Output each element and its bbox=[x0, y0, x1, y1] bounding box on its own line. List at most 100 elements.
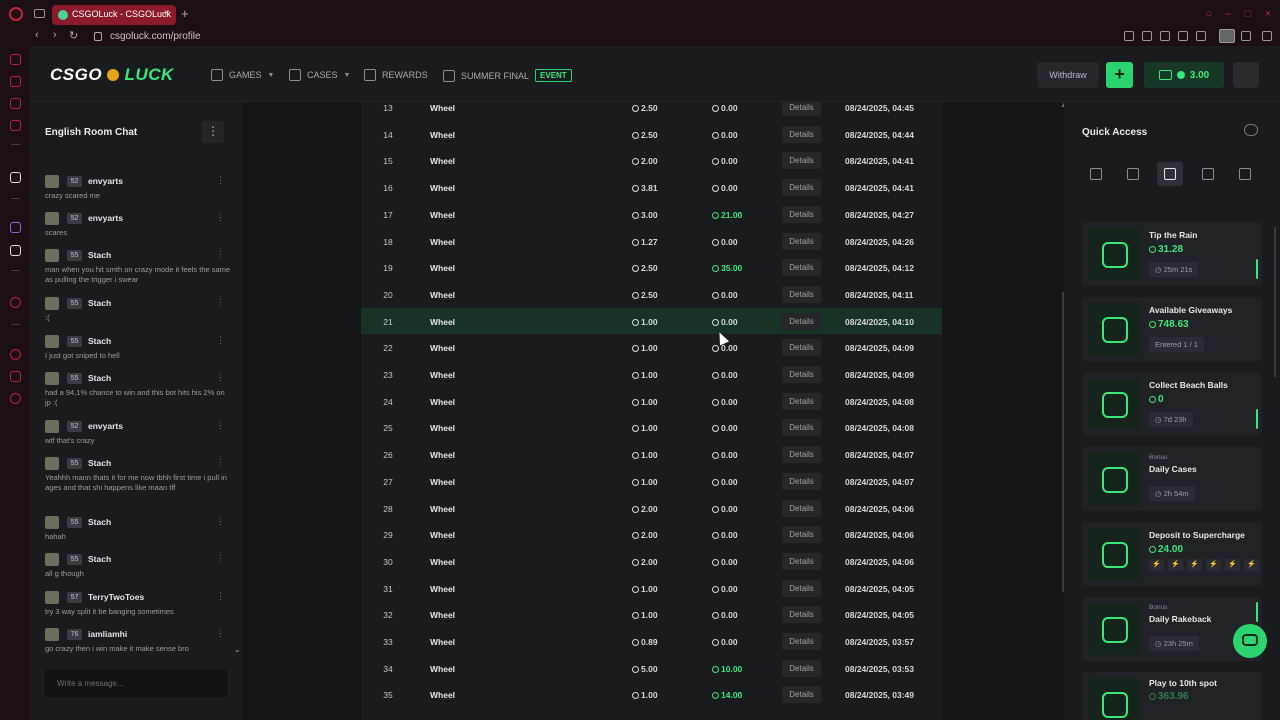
qa-tab-shield[interactable] bbox=[1195, 162, 1221, 186]
message-options-icon[interactable]: ⋮ bbox=[216, 372, 225, 383]
chat-avatar[interactable] bbox=[45, 553, 59, 566]
details-button[interactable]: Details bbox=[782, 392, 821, 410]
chat-username[interactable]: Stach bbox=[88, 373, 111, 383]
details-button[interactable]: Details bbox=[782, 579, 821, 597]
chat-avatar[interactable] bbox=[45, 335, 59, 348]
chat-username[interactable]: envyarts bbox=[88, 176, 123, 186]
chat-username[interactable]: Stach bbox=[88, 336, 111, 346]
sidebar-history-icon[interactable] bbox=[10, 349, 21, 360]
card-supercharge[interactable]: Deposit to Supercharge 24.00 ⚡ ⚡ ⚡ ⚡ ⚡ ⚡ bbox=[1082, 522, 1262, 586]
sidebar-shopping-icon[interactable] bbox=[10, 76, 21, 87]
details-button[interactable]: Details bbox=[782, 339, 821, 357]
tab-close-icon[interactable]: × bbox=[164, 8, 170, 19]
eye-off-icon[interactable] bbox=[1244, 124, 1258, 136]
profile-avatar[interactable] bbox=[1219, 29, 1235, 43]
details-button[interactable]: Details bbox=[782, 179, 821, 197]
card-daily-rakeback[interactable]: Bonus Daily Rakeback ◷ 23h 25m bbox=[1082, 597, 1262, 661]
message-options-icon[interactable]: ⋮ bbox=[216, 553, 225, 564]
nav-cases[interactable]: CASES ▼ bbox=[289, 69, 350, 81]
close-window-button[interactable]: × bbox=[1262, 8, 1274, 20]
details-button[interactable]: Details bbox=[782, 285, 821, 303]
sidebar-pinboard-icon[interactable] bbox=[10, 371, 21, 382]
chevron-down-icon[interactable]: ⌄ bbox=[234, 645, 241, 654]
card-race[interactable]: Play to 10th spot 363.96 bbox=[1082, 672, 1262, 720]
sidebar-messenger-icon[interactable] bbox=[10, 98, 21, 109]
details-button[interactable]: Details bbox=[782, 125, 821, 143]
download-icon[interactable] bbox=[1241, 31, 1251, 41]
lock-icon[interactable] bbox=[94, 32, 102, 41]
chat-username[interactable]: envyarts bbox=[88, 213, 123, 223]
withdraw-button[interactable]: Withdraw bbox=[1037, 62, 1099, 88]
chat-avatar[interactable] bbox=[45, 249, 59, 262]
nav-rewards[interactable]: REWARDS bbox=[364, 69, 428, 81]
chat-avatar[interactable] bbox=[45, 516, 59, 529]
details-button[interactable]: Details bbox=[782, 446, 821, 464]
qa-tab-gift[interactable] bbox=[1120, 162, 1146, 186]
details-button[interactable]: Details bbox=[782, 102, 821, 116]
sidebar-aria-icon[interactable] bbox=[10, 54, 21, 65]
forward-button[interactable]: › bbox=[53, 29, 57, 41]
sidebar-mail-icon[interactable] bbox=[10, 120, 21, 131]
chat-avatar[interactable] bbox=[45, 628, 59, 641]
details-button[interactable]: Details bbox=[782, 312, 821, 330]
chat-username[interactable]: TerryTwoToes bbox=[88, 592, 144, 602]
details-button[interactable]: Details bbox=[782, 606, 821, 624]
player-icon[interactable] bbox=[1178, 31, 1188, 41]
nav-summer-final[interactable]: SUMMER FINAL EVENT bbox=[443, 69, 572, 82]
site-logo[interactable]: CSGO LUCK bbox=[50, 65, 174, 85]
chat-menu-button[interactable]: ⋮ bbox=[202, 121, 224, 143]
chat-avatar[interactable] bbox=[45, 591, 59, 604]
chat-message-input[interactable] bbox=[45, 670, 227, 697]
details-button[interactable]: Details bbox=[782, 152, 821, 170]
new-tab-button[interactable]: + bbox=[181, 6, 189, 21]
support-chat-button[interactable] bbox=[1233, 624, 1267, 658]
tab-islands-icon[interactable] bbox=[34, 9, 45, 18]
user-avatar[interactable] bbox=[1233, 62, 1259, 88]
search-tabs-icon[interactable]: ○ bbox=[1203, 8, 1215, 20]
sidebar-player-icon[interactable] bbox=[10, 297, 21, 308]
card-beach-balls[interactable]: Collect Beach Balls 0 ◷ 7d 23h bbox=[1082, 372, 1262, 436]
chat-username[interactable]: envyarts bbox=[88, 421, 123, 431]
details-button[interactable]: Details bbox=[782, 499, 821, 517]
snapshot-icon[interactable] bbox=[1142, 31, 1152, 41]
sidebar-settings-icon[interactable] bbox=[10, 393, 21, 404]
message-options-icon[interactable]: ⋮ bbox=[216, 457, 225, 468]
message-options-icon[interactable]: ⋮ bbox=[216, 516, 225, 527]
back-button[interactable]: ‹ bbox=[35, 29, 39, 41]
card-giveaways[interactable]: Available Giveaways 748.63 Entered 1 / 1 bbox=[1082, 297, 1262, 361]
chat-username[interactable]: Stach bbox=[88, 554, 111, 564]
message-options-icon[interactable]: ⋮ bbox=[216, 628, 225, 639]
message-options-icon[interactable]: ⋮ bbox=[216, 297, 225, 308]
details-button[interactable]: Details bbox=[782, 259, 821, 277]
maximize-button[interactable]: □ bbox=[1242, 8, 1254, 20]
chat-avatar[interactable] bbox=[45, 457, 59, 470]
browser-tab[interactable]: CSGOLuck - CSGOLuck × bbox=[52, 5, 176, 25]
details-button[interactable]: Details bbox=[782, 205, 821, 223]
nav-games[interactable]: GAMES ▼ bbox=[211, 69, 274, 81]
chat-username[interactable]: Stach bbox=[88, 517, 111, 527]
details-button[interactable]: Details bbox=[782, 472, 821, 490]
bookmark-icon[interactable] bbox=[1124, 31, 1134, 41]
details-button[interactable]: Details bbox=[782, 366, 821, 383]
details-button[interactable]: Details bbox=[782, 419, 821, 437]
qa-tab-profile[interactable] bbox=[1157, 162, 1183, 186]
sidebar-twitch-icon[interactable] bbox=[10, 222, 21, 233]
chat-username[interactable]: Stach bbox=[88, 458, 111, 468]
reload-button[interactable]: ↻ bbox=[69, 29, 78, 42]
message-options-icon[interactable]: ⋮ bbox=[216, 591, 225, 602]
chat-avatar[interactable] bbox=[45, 212, 59, 225]
message-options-icon[interactable]: ⋮ bbox=[216, 249, 225, 260]
menu-icon[interactable] bbox=[1262, 31, 1272, 41]
minimize-button[interactable]: – bbox=[1222, 8, 1234, 20]
heart-icon[interactable] bbox=[1196, 31, 1206, 41]
qa-tab-discord[interactable] bbox=[1232, 162, 1258, 186]
qa-tab-warning[interactable] bbox=[1083, 162, 1109, 186]
opera-logo-icon[interactable] bbox=[9, 7, 23, 21]
sidebar-x-icon[interactable] bbox=[10, 245, 21, 256]
sidebar-arc-icon[interactable] bbox=[10, 172, 21, 183]
chat-username[interactable]: Stach bbox=[88, 250, 111, 260]
deposit-button[interactable]: + bbox=[1106, 62, 1133, 88]
details-button[interactable]: Details bbox=[782, 659, 821, 677]
message-options-icon[interactable]: ⋮ bbox=[216, 335, 225, 346]
quick-access-scrollbar[interactable] bbox=[1274, 227, 1276, 377]
